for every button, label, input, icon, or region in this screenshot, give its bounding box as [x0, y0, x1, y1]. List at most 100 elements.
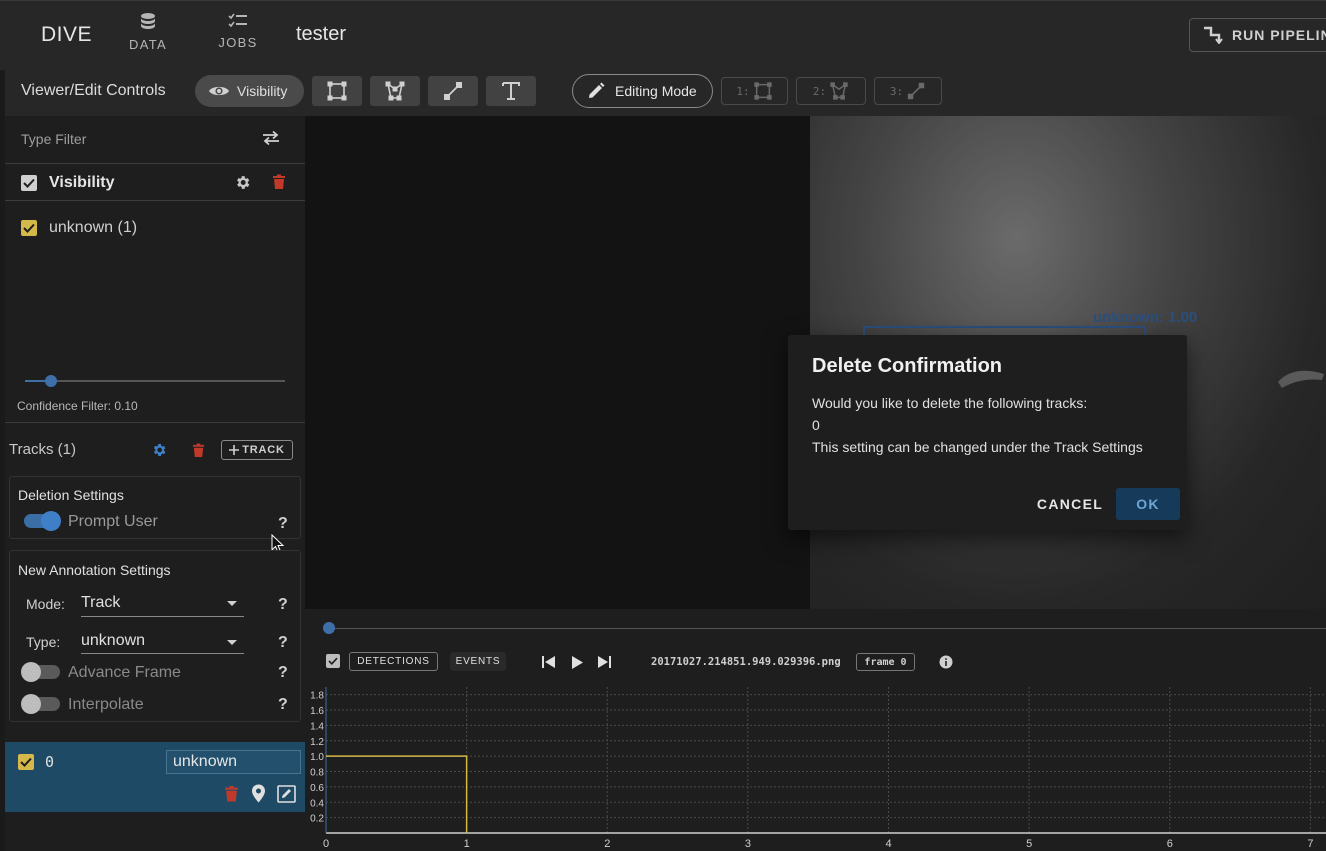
- visibility-all-checkbox[interactable]: [21, 175, 37, 191]
- line-tool-icon: [444, 82, 462, 100]
- y-tick-label: 1.4: [310, 721, 324, 732]
- track-id: 0: [45, 753, 55, 771]
- type-select-label: Type:: [26, 634, 61, 650]
- controls-title: Viewer/Edit Controls: [21, 82, 166, 99]
- skip-next-icon[interactable]: [597, 656, 612, 668]
- y-tick-label: 0.8: [310, 768, 324, 779]
- dialog-track-list: 0: [812, 417, 820, 433]
- polygon-mode-icon: [830, 82, 848, 100]
- pencil-icon: [589, 82, 605, 98]
- nav-jobs-button[interactable]: JOBS: [203, 12, 273, 62]
- detection-timeline-chart[interactable]: 0.20.40.60.81.01.21.41.61.8012345678: [305, 685, 1326, 851]
- editing-mode-label: Editing Mode: [615, 83, 697, 99]
- chart-svg: 0.20.40.60.81.01.21.41.61.8012345678: [310, 687, 1326, 850]
- dialog-note: This setting can be changed under the Tr…: [812, 439, 1143, 455]
- advance-frame-label: Advance Frame: [68, 664, 181, 681]
- x-tick-label: 7: [1307, 838, 1313, 850]
- dialog-title: Delete Confirmation: [812, 355, 1003, 377]
- app-brand[interactable]: DIVE: [41, 23, 92, 47]
- track-type-input[interactable]: unknown: [166, 750, 301, 774]
- y-tick-label: 1.8: [310, 691, 324, 702]
- edit-track-icon[interactable]: [277, 785, 296, 803]
- dataset-name: tester: [296, 23, 347, 45]
- plus-icon: [229, 445, 240, 455]
- nav-jobs-label: JOBS: [218, 35, 258, 50]
- info-icon[interactable]: [939, 655, 953, 669]
- confidence-slider-thumb[interactable]: [45, 375, 57, 387]
- timeline-scrubber-knob[interactable]: [323, 622, 335, 634]
- mode-2-polygon-button[interactable]: 2:: [796, 77, 866, 105]
- x-tick-label: 6: [1167, 838, 1173, 850]
- interpolate-toggle-knob[interactable]: [21, 694, 41, 714]
- prompt-user-label: Prompt User: [68, 513, 158, 530]
- mode-1-rectangle-button[interactable]: 1:: [721, 77, 788, 105]
- delete-types-trash-icon[interactable]: [272, 174, 286, 190]
- x-tick-label: 5: [1026, 838, 1032, 850]
- x-tick-label: 2: [604, 838, 610, 850]
- mode-1-key: 1:: [736, 84, 750, 98]
- dialog-question: Would you like to delete the following t…: [812, 395, 1088, 411]
- cancel-button[interactable]: CANCEL: [1032, 488, 1108, 520]
- prompt-user-help-icon[interactable]: ?: [278, 515, 288, 533]
- track-checkbox[interactable]: [18, 754, 34, 770]
- type-select-underline: [81, 653, 244, 654]
- confidence-filter-label: Confidence Filter: 0.10: [17, 399, 138, 413]
- mode-select-value[interactable]: Track: [81, 594, 120, 612]
- line-tool-button[interactable]: [428, 76, 478, 106]
- visibility-header-label: Visibility: [49, 174, 115, 191]
- delete-track-trash-icon[interactable]: [224, 785, 239, 803]
- tracks-header-label: Tracks (1): [9, 441, 76, 458]
- x-tick-label: 3: [745, 838, 751, 850]
- editing-mode-button[interactable]: Editing Mode: [572, 74, 713, 108]
- type-unknown-checkbox[interactable]: [21, 220, 37, 236]
- y-tick-label: 0.2: [310, 814, 324, 825]
- track-settings-gear-icon[interactable]: [151, 442, 167, 458]
- skip-previous-icon[interactable]: [541, 656, 556, 668]
- tab-events[interactable]: EVENTS: [450, 652, 506, 671]
- type-filter-label: Type Filter: [21, 131, 87, 147]
- add-track-button[interactable]: TRACK: [221, 440, 293, 460]
- text-tool-icon: [502, 82, 520, 100]
- text-tool-button[interactable]: [486, 76, 536, 106]
- jobs-list-icon: [228, 13, 247, 28]
- prompt-user-toggle-knob[interactable]: [41, 511, 61, 531]
- rectangle-tool-button[interactable]: [312, 76, 362, 106]
- timeline-checkbox[interactable]: [326, 654, 340, 668]
- mode-select-chevron-down-icon[interactable]: [227, 601, 237, 607]
- timeline-scrubber-track[interactable]: [330, 628, 1326, 629]
- type-settings-gear-icon[interactable]: [234, 174, 251, 191]
- type-help-icon[interactable]: ?: [278, 634, 288, 652]
- mode-help-icon[interactable]: ?: [278, 596, 288, 614]
- polygon-tool-button[interactable]: [370, 76, 420, 106]
- check-icon: [23, 223, 35, 233]
- interpolate-help-icon[interactable]: ?: [278, 696, 288, 714]
- interpolate-label: Interpolate: [68, 696, 144, 713]
- ok-button[interactable]: OK: [1116, 488, 1180, 520]
- confidence-slider-track[interactable]: [25, 380, 285, 382]
- run-pipeline-label: RUN PIPELIN: [1232, 27, 1326, 43]
- visibility-button-label: Visibility: [237, 83, 288, 99]
- divider: [5, 163, 305, 164]
- advance-frame-toggle-knob[interactable]: [21, 662, 41, 682]
- type-select-value[interactable]: unknown: [81, 632, 145, 650]
- check-icon: [328, 657, 338, 665]
- check-icon: [20, 757, 32, 767]
- tab-detections[interactable]: DETECTIONS: [349, 652, 438, 671]
- polygon-tool-icon: [385, 81, 405, 101]
- advance-frame-help-icon[interactable]: ?: [278, 664, 288, 682]
- play-icon[interactable]: [571, 656, 583, 669]
- deletion-settings-title: Deletion Settings: [18, 487, 124, 503]
- y-tick-label: 1.6: [310, 706, 324, 717]
- timeline-controls: [305, 609, 1326, 685]
- mode-select-label: Mode:: [26, 596, 65, 612]
- swap-icon[interactable]: [261, 130, 281, 146]
- map-marker-icon[interactable]: [251, 784, 266, 803]
- delete-tracks-trash-icon[interactable]: [192, 443, 205, 458]
- mode-3-line-button[interactable]: 3:: [874, 77, 942, 105]
- run-pipeline-button[interactable]: RUN PIPELIN: [1189, 18, 1326, 52]
- type-select-chevron-down-icon[interactable]: [227, 640, 237, 646]
- eye-icon: [209, 86, 229, 96]
- frame-number-chip: frame 0: [856, 653, 915, 671]
- visibility-toggle-button[interactable]: Visibility: [195, 75, 304, 107]
- nav-data-button[interactable]: DATA: [113, 12, 183, 62]
